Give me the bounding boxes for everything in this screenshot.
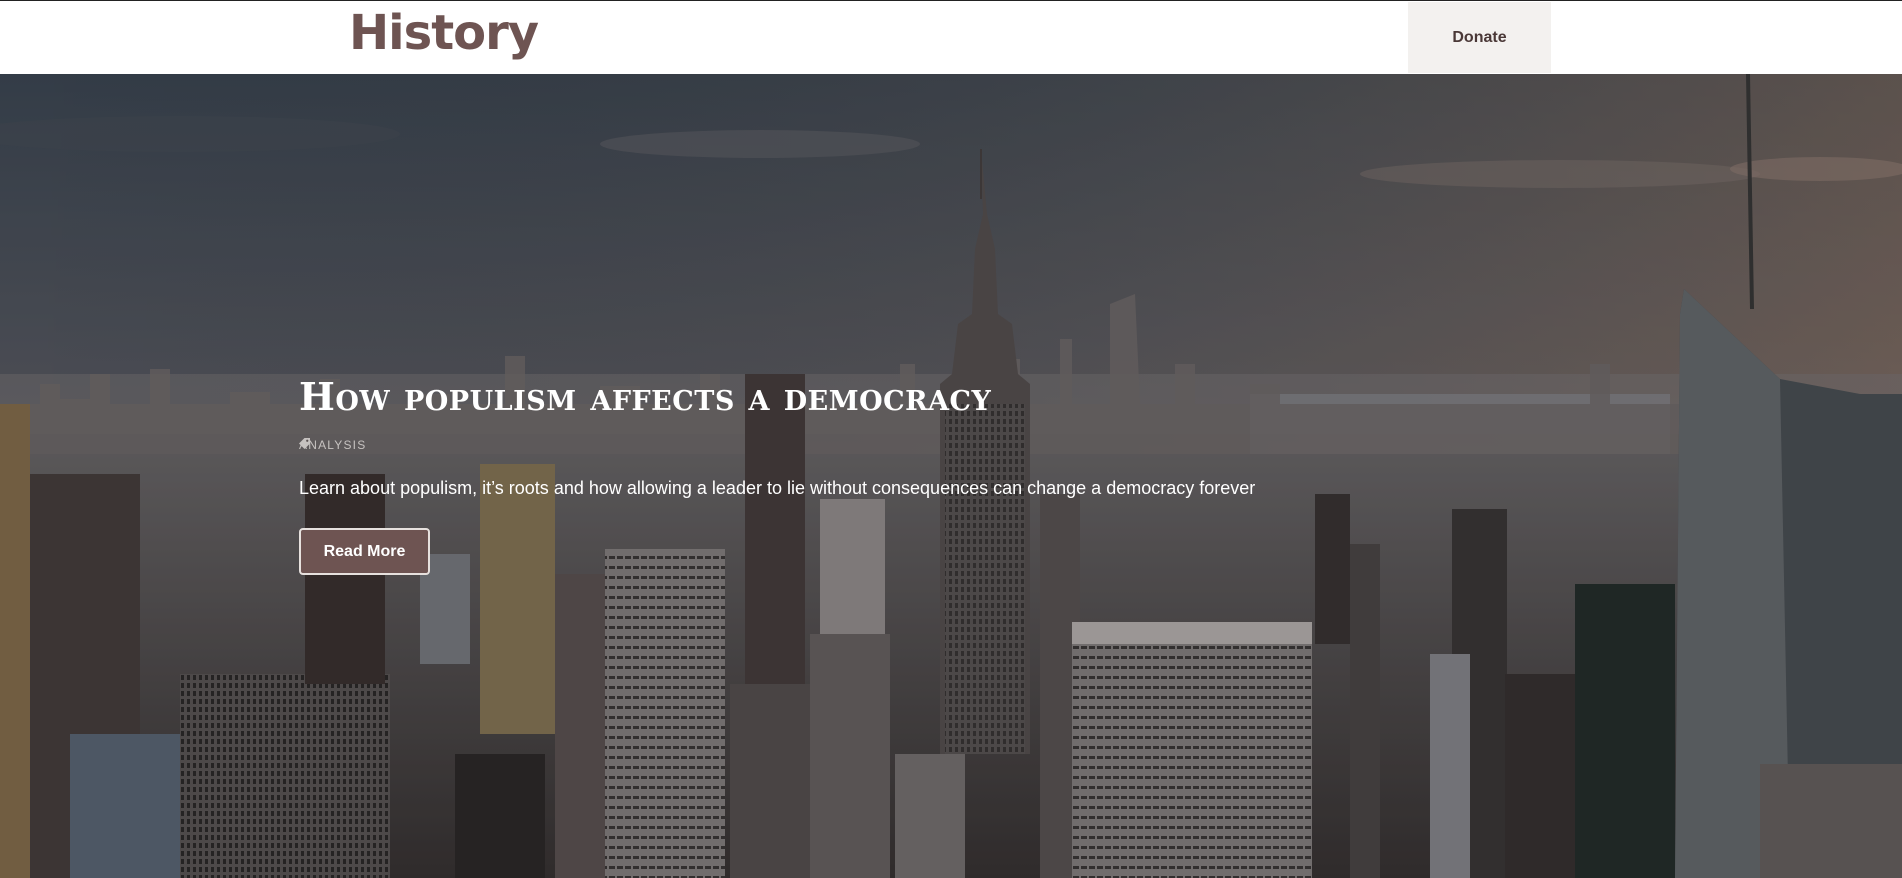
read-more-button[interactable]: Read More <box>299 528 430 575</box>
tag-icon <box>299 438 310 449</box>
post-excerpt: Learn about populism, it’s roots and how… <box>299 478 1256 498</box>
donate-button[interactable]: Donate <box>1408 2 1551 73</box>
post-category[interactable]: ANALYSIS <box>299 438 366 452</box>
post-title[interactable]: How populism affects a democracy <box>299 374 991 420</box>
site-header: History Donate <box>0 1 1902 74</box>
hero-section: How populism affects a democracy ANALYSI… <box>0 74 1902 878</box>
site-title[interactable]: History <box>349 3 539 63</box>
